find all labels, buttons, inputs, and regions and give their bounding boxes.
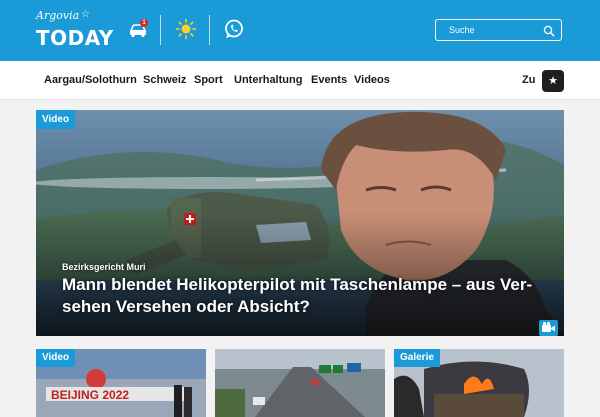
radio-icon[interactable]: ★ [542, 70, 564, 92]
search-box [435, 19, 562, 41]
card-gallery-tag: Galerie [394, 349, 440, 367]
search-input[interactable] [436, 20, 536, 40]
logo-star-icon: ☆ [81, 9, 90, 20]
whatsapp-icon[interactable] [223, 18, 245, 40]
nav-zu-label[interactable]: Zu [522, 74, 535, 86]
card-video-tag: Video [36, 349, 76, 367]
article-card[interactable]: BEIJING 2022 Video [36, 349, 206, 417]
header-divider [209, 15, 210, 45]
hero-article[interactable]: Video Bezirksgericht Muri Mann blendet H… [36, 110, 564, 336]
video-camera-icon [539, 320, 558, 336]
article-card[interactable]: Galerie [394, 349, 564, 417]
logo-wordmark: TODAY [36, 26, 114, 50]
logo-script: Argovia [36, 9, 80, 22]
nav-item-sport[interactable]: Sport [194, 74, 223, 86]
sun-icon[interactable] [175, 18, 197, 40]
search-icon[interactable] [543, 24, 555, 37]
hero-kicker: Bezirksgericht Muri [62, 262, 146, 272]
hero-headline[interactable]: Mann blendet Helikopterpilot mit Taschen… [62, 274, 558, 318]
top-header: Argovia ☆ TODAY 1 [0, 0, 600, 61]
hero-video-tag: Video [36, 110, 76, 129]
traffic-count-badge: 1 [140, 19, 148, 27]
nav-item-aargau-solothurn[interactable]: Aargau/Solothurn [44, 74, 137, 86]
card-image-highway [215, 349, 385, 417]
header-divider [160, 15, 161, 45]
nav-item-videos[interactable]: Videos [354, 74, 390, 86]
nav-item-schweiz[interactable]: Schweiz [143, 74, 186, 86]
nav-item-events[interactable]: Events [311, 74, 347, 86]
main-navigation: Aargau/Solothurn Schweiz Sport Unterhalt… [0, 61, 600, 100]
card-image-text: BEIJING 2022 [51, 388, 129, 402]
argovia-today-logo[interactable]: Argovia ☆ TODAY [36, 9, 113, 51]
article-card[interactable] [215, 349, 385, 417]
nav-item-unterhaltung[interactable]: Unterhaltung [234, 74, 302, 86]
